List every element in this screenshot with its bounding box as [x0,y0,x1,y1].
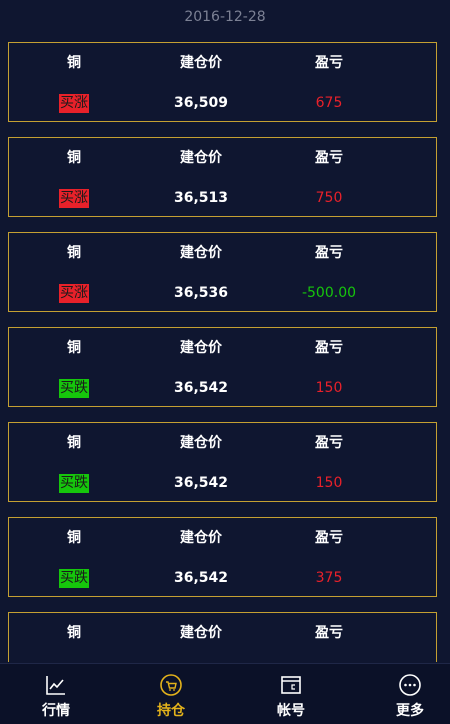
date-header: 2016-12-28 [184,9,266,25]
position-card[interactable]: 铜 建仓价 盈亏 买涨 36,509 675 [8,42,437,122]
bottom-tab-bar: 行情 持仓 帐号 更多 [0,663,450,724]
direction-cell: 买跌 [39,474,109,493]
direction-badge: 买涨 [59,189,89,208]
open-price-value: 36,542 [173,380,229,396]
pnl-label: 盈亏 [315,245,343,261]
wallet-icon [279,673,303,697]
position-card[interactable]: 铜 建仓价 盈亏 买涨 36,536 -500.00 [8,232,437,312]
open-price-label: 建仓价 [180,340,222,356]
position-card[interactable]: 铜 建仓价 盈亏 买涨 36,513 750 [8,137,437,217]
product-label: 铜 [67,150,81,166]
direction-cell: 买涨 [39,284,109,303]
direction-badge: 买跌 [59,474,89,493]
product-label: 铜 [67,55,81,71]
position-card[interactable]: 铜 建仓价 盈亏 买跌 36,542 375 [8,517,437,597]
tab-more[interactable]: 更多 [354,664,450,724]
open-price-label: 建仓价 [180,435,222,451]
direction-badge: 买涨 [59,94,89,113]
pnl-label: 盈亏 [315,340,343,356]
pnl-value: 150 [315,475,343,491]
open-price-label: 建仓价 [180,530,222,546]
position-card[interactable]: 铜 建仓价 盈亏 买跌 36,542 150 [8,327,437,407]
pnl-value: 675 [315,95,343,111]
open-price-value: 36,513 [173,190,229,206]
pnl-label: 盈亏 [315,55,343,71]
open-price-label: 建仓价 [180,625,222,641]
shopping-basket-icon [159,673,183,697]
pnl-label: 盈亏 [315,625,343,641]
open-price-label: 建仓价 [180,55,222,71]
open-price-value: 36,542 [173,570,229,586]
position-card[interactable]: 铜 建仓价 盈亏 买跌 36,542 150 [8,422,437,502]
tab-account-label: 帐号 [277,703,305,719]
tab-market[interactable]: 行情 [0,664,112,724]
direction-badge: 买跌 [59,379,89,398]
direction-cell: 买跌 [39,379,109,398]
tab-market-label: 行情 [42,703,70,719]
pnl-value: 375 [315,570,343,586]
direction-badge: 买涨 [59,284,89,303]
position-card[interactable]: 铜 建仓价 盈亏 [8,612,437,662]
tab-positions[interactable]: 持仓 [115,664,227,724]
direction-cell: 买跌 [39,569,109,588]
direction-cell: 买涨 [39,94,109,113]
direction-badge: 买跌 [59,569,89,588]
open-price-label: 建仓价 [180,150,222,166]
pnl-value: 150 [315,380,343,396]
pnl-value: -500.00 [301,285,357,301]
pnl-label: 盈亏 [315,530,343,546]
product-label: 铜 [67,530,81,546]
open-price-value: 36,509 [173,95,229,111]
open-price-label: 建仓价 [180,245,222,261]
open-price-value: 36,536 [173,285,229,301]
product-label: 铜 [67,435,81,451]
direction-cell: 买涨 [39,189,109,208]
chart-line-icon [44,673,68,697]
positions-list[interactable]: 铜 建仓价 盈亏 买涨 36,509 675 铜 建仓价 盈亏 买涨 36,51… [8,42,437,662]
pnl-label: 盈亏 [315,435,343,451]
open-price-value: 36,542 [173,475,229,491]
pnl-value: 750 [315,190,343,206]
product-label: 铜 [67,245,81,261]
tab-account[interactable]: 帐号 [235,664,347,724]
more-dots-icon [398,673,422,697]
product-label: 铜 [67,340,81,356]
tab-more-label: 更多 [396,703,424,719]
pnl-label: 盈亏 [315,150,343,166]
product-label: 铜 [67,625,81,641]
tab-positions-label: 持仓 [157,703,185,719]
